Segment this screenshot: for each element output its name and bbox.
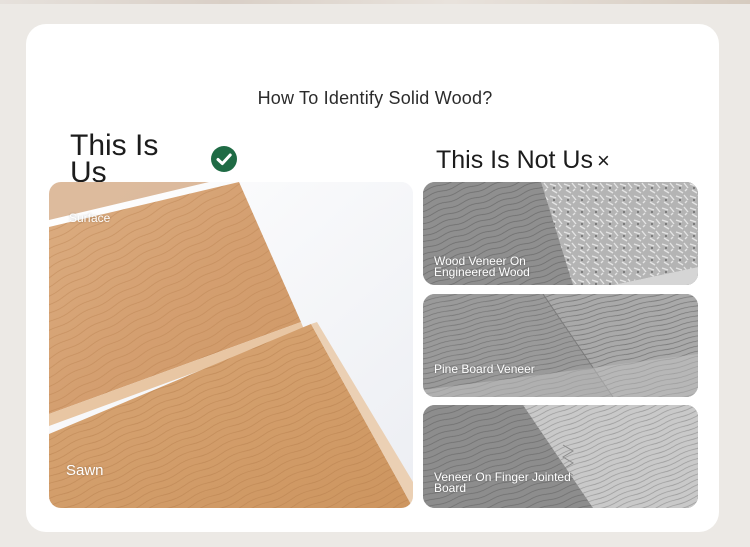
cross-mark: ×	[596, 148, 610, 173]
solid-wood-illustration	[49, 182, 413, 508]
pine-veneer-illustration	[423, 294, 698, 397]
not-us-item: Veneer On Finger Jointed Board	[423, 405, 698, 508]
not-us-item: Wood Veneer On Engineered Wood	[423, 182, 698, 285]
not-us-item-label: Veneer On Finger Jointed Board	[434, 470, 571, 495]
page-heading: How To Identify Solid Wood?	[257, 88, 493, 108]
not-us-item-label: Pine Board Veneer	[434, 362, 535, 376]
surface-label: Surface	[69, 211, 111, 225]
not-us-item: Pine Board Veneer	[423, 294, 698, 397]
check-circle-icon	[211, 146, 237, 172]
not-us-item-label: Wood Veneer On Engineered Wood	[434, 254, 530, 279]
this-is-us-title: This Is Us	[70, 129, 159, 189]
sawn-label: Sawn	[66, 462, 104, 479]
this-is-not-us-text: This Is Not Us	[436, 146, 593, 174]
solid-wood-photo: Surface Sawn	[49, 182, 413, 508]
top-strip	[0, 0, 750, 4]
this-is-not-us-title: This Is Not Us ×	[436, 146, 610, 175]
